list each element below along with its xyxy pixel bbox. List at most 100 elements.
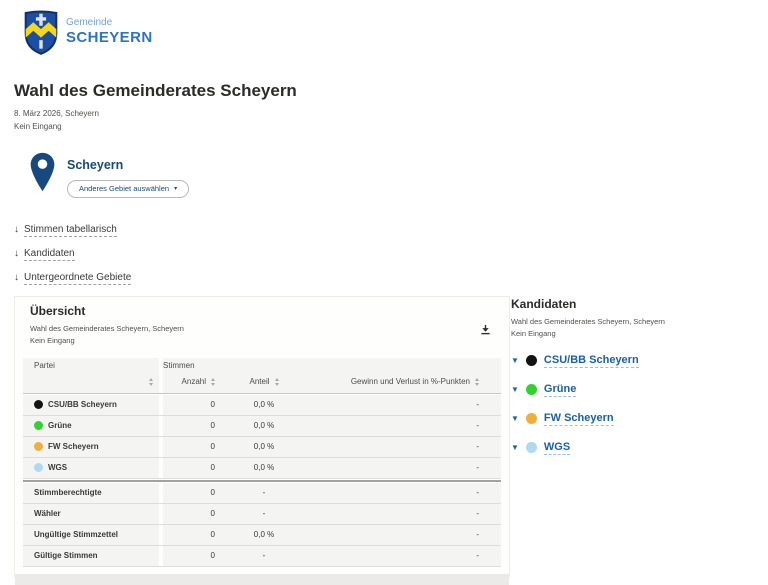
- summary-share: -: [215, 509, 299, 518]
- party-color-dot: [34, 463, 43, 472]
- summary-label: Ungültige Stimmzettel: [34, 530, 118, 539]
- candidates-status: Kein Eingang: [511, 328, 741, 340]
- party-name: Grüne: [48, 421, 72, 430]
- anchor-link[interactable]: ↓ Kandidaten: [14, 248, 131, 261]
- party-row: CSU/BB Scheyern 0 0,0 % -: [23, 395, 501, 416]
- next-section-strip: [15, 574, 509, 585]
- table-section-divider: [23, 480, 501, 482]
- page-title: Wahl des Gemeinderates Scheyern: [14, 81, 297, 101]
- anchor-label: Stimmen tabellarisch: [24, 224, 117, 237]
- expand-triangle-icon[interactable]: ▼: [511, 444, 519, 452]
- party-color-dot: [526, 413, 537, 424]
- overview-card-header: Übersicht Wahl des Gemeinderates Scheyer…: [15, 297, 509, 354]
- brand-org-name: SCHEYERN: [66, 29, 153, 48]
- party-vote-share: 0,0 %: [215, 421, 299, 430]
- section-anchors: ↓ Stimmen tabellarisch ↓ Kandidaten ↓ Un…: [14, 224, 131, 296]
- candidates-subtitle-block: Wahl des Gemeinderates Scheyern, Scheyer…: [511, 316, 741, 341]
- party-color-dot: [526, 442, 537, 453]
- candidates-party-item: ▼ FW Scheyern: [511, 412, 741, 426]
- page-meta: 8. März 2026, Scheyern Kein Eingang: [14, 108, 297, 134]
- party-vote-share: 0,0 %: [215, 463, 299, 472]
- location-pin-icon: [29, 151, 56, 193]
- party-vote-count: 0: [163, 400, 215, 409]
- change-area-button[interactable]: Anderes Gebiet auswählen ▾: [67, 180, 189, 198]
- coat-of-arms-icon: [24, 9, 58, 56]
- download-button[interactable]: [478, 321, 493, 340]
- results-table-body: CSU/BB Scheyern 0 0,0 % - Grüne 0 0,0: [23, 395, 501, 585]
- party-gain-loss: -: [299, 421, 485, 430]
- party-gain-loss: -: [299, 442, 485, 451]
- area-name: Scheyern: [67, 158, 189, 172]
- sort-icon-share[interactable]: [275, 378, 279, 386]
- candidates-party-item: ▼ Grüne: [511, 383, 741, 397]
- candidates-party-link[interactable]: Grüne: [544, 383, 576, 397]
- summary-count: 0: [163, 551, 215, 560]
- party-row: Grüne 0 0,0 % -: [23, 416, 501, 437]
- candidates-party-link[interactable]: CSU/BB Scheyern: [544, 354, 639, 368]
- summary-share: -: [215, 551, 299, 560]
- caret-down-icon: ▾: [174, 186, 177, 192]
- candidates-party-link[interactable]: WGS: [544, 441, 570, 455]
- area-selector: Scheyern Anderes Gebiet auswählen ▾: [29, 151, 189, 198]
- brand-text: Gemeinde SCHEYERN: [66, 17, 153, 48]
- column-header-share: Anteil: [249, 377, 269, 386]
- party-name: FW Scheyern: [48, 442, 99, 451]
- summary-gain-loss: -: [299, 551, 485, 560]
- anchor-link[interactable]: ↓ Untergeordnete Gebiete: [14, 272, 131, 285]
- summary-share: -: [215, 488, 299, 497]
- down-arrow-icon: ↓: [14, 224, 19, 235]
- party-gain-loss: -: [299, 400, 485, 409]
- candidates-party-list: ▼ CSU/BB Scheyern ▼ Grüne ▼ FW Scheyern …: [511, 354, 741, 455]
- party-vote-share: 0,0 %: [215, 400, 299, 409]
- party-color-dot: [34, 442, 43, 451]
- expand-triangle-icon[interactable]: ▼: [511, 386, 519, 394]
- party-vote-count: 0: [163, 463, 215, 472]
- column-group-votes: Stimmen: [163, 361, 195, 370]
- site-header-logo[interactable]: Gemeinde SCHEYERN: [24, 9, 153, 56]
- party-gain-loss: -: [299, 463, 485, 472]
- overview-card: Übersicht Wahl des Gemeinderates Scheyer…: [14, 296, 510, 577]
- summary-row: Wähler 0 - -: [23, 504, 501, 525]
- summary-gain-loss: -: [299, 509, 485, 518]
- candidates-title: Kandidaten: [511, 297, 741, 311]
- summary-gain-loss: -: [299, 530, 485, 539]
- election-date: 8. März 2026, Scheyern: [14, 108, 297, 121]
- summary-label: Gültige Stimmen: [34, 551, 98, 560]
- anchor-link[interactable]: ↓ Stimmen tabellarisch: [14, 224, 131, 237]
- expand-triangle-icon[interactable]: ▼: [511, 415, 519, 423]
- candidates-party-item: ▼ CSU/BB Scheyern: [511, 354, 741, 368]
- down-arrow-icon: ↓: [14, 272, 19, 283]
- expand-triangle-icon[interactable]: ▼: [511, 357, 519, 365]
- results-table-header: Partei Stimmen Anzahl Anteil Gewinn und …: [23, 355, 501, 394]
- summary-count: 0: [163, 509, 215, 518]
- party-row: FW Scheyern 0 0,0 % -: [23, 437, 501, 458]
- party-vote-count: 0: [163, 421, 215, 430]
- party-color-dot: [526, 355, 537, 366]
- overview-subtitle-block: Wahl des Gemeinderates Scheyern, Scheyer…: [30, 323, 494, 348]
- candidates-party-link[interactable]: FW Scheyern: [544, 412, 614, 426]
- summary-share: 0,0 %: [215, 530, 299, 539]
- summary-row: Stimmberechtigte 0 - -: [23, 483, 501, 504]
- brand-org-type: Gemeinde: [66, 17, 153, 30]
- party-name: WGS: [48, 463, 67, 472]
- overview-subtitle: Wahl des Gemeinderates Scheyern, Scheyer…: [30, 323, 494, 335]
- down-arrow-icon: ↓: [14, 248, 19, 259]
- party-color-dot: [34, 400, 43, 409]
- summary-row: Gültige Stimmen 0 - -: [23, 546, 501, 567]
- summary-label: Stimmberechtigte: [34, 488, 102, 497]
- party-name: CSU/BB Scheyern: [48, 400, 117, 409]
- candidates-party-item: ▼ WGS: [511, 441, 741, 455]
- download-icon: [480, 324, 491, 335]
- change-area-label: Anderes Gebiet auswählen: [79, 185, 169, 193]
- column-header-party: Partei: [23, 358, 159, 371]
- sort-icon-party[interactable]: [149, 378, 153, 386]
- overview-status: Kein Eingang: [30, 335, 494, 347]
- candidates-panel: Kandidaten Wahl des Gemeinderates Scheye…: [511, 297, 741, 470]
- party-color-dot: [526, 384, 537, 395]
- party-row: WGS 0 0,0 % -: [23, 458, 501, 479]
- summary-label: Wähler: [34, 509, 61, 518]
- reporting-status: Kein Eingang: [14, 121, 297, 134]
- sort-icon-gain[interactable]: [475, 378, 479, 386]
- anchor-label: Untergeordnete Gebiete: [24, 272, 131, 285]
- party-color-dot: [34, 421, 43, 430]
